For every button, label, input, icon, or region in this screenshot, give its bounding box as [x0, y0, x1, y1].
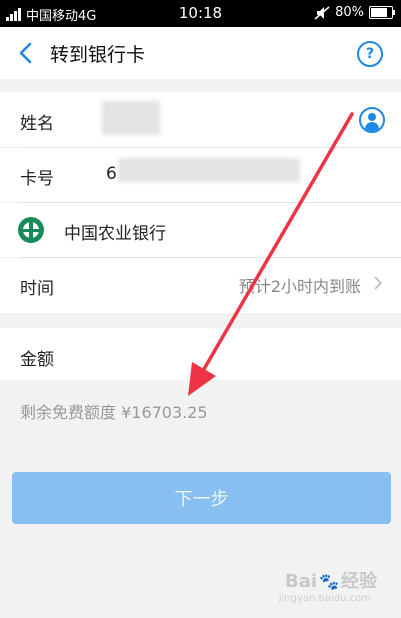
- battery-percent: 80%: [335, 5, 364, 20]
- help-icon[interactable]: ?: [357, 41, 383, 67]
- abc-bank-logo-icon: [18, 217, 44, 243]
- watermark-brand-suffix: 经验: [341, 571, 377, 592]
- mute-icon: [314, 5, 330, 20]
- next-step-button[interactable]: 下一步: [12, 472, 391, 524]
- nav-header: 转到银行卡 ?: [0, 27, 401, 79]
- page-title: 转到银行卡: [50, 44, 146, 66]
- bank-name: 中国农业银行: [64, 224, 166, 244]
- bank-row: 中国农业银行: [0, 203, 401, 257]
- name-row[interactable]: 姓名: [0, 92, 401, 147]
- contact-icon[interactable]: [359, 107, 385, 133]
- name-label: 姓名: [20, 114, 54, 134]
- battery-icon: [369, 6, 395, 19]
- free-quota-hint: 剩余免费额度 ¥16703.25: [20, 403, 208, 422]
- baidu-watermark: Bai 🐾 经验: [285, 567, 377, 593]
- amount-label: 金额: [20, 350, 54, 370]
- card-number-prefix: 6: [106, 164, 117, 184]
- time-label: 时间: [20, 279, 54, 299]
- paw-icon: 🐾: [319, 572, 339, 591]
- arrival-time-value: 预计2小时内到账: [238, 277, 361, 296]
- card-number-label: 卡号: [20, 169, 54, 189]
- status-bar: 中国移动4G 10:18 80%: [0, 0, 401, 27]
- redacted-name: [102, 101, 160, 135]
- redacted-card-number: [118, 158, 300, 182]
- chevron-right-icon[interactable]: [373, 276, 383, 290]
- watermark-url: jingyan.baidu.com: [278, 593, 371, 604]
- status-right: 80%: [314, 5, 395, 20]
- amount-row[interactable]: 金额: [0, 328, 401, 380]
- next-step-label: 下一步: [174, 489, 229, 510]
- back-arrow-icon[interactable]: [14, 39, 38, 67]
- watermark-brand-prefix: Bai: [285, 571, 318, 592]
